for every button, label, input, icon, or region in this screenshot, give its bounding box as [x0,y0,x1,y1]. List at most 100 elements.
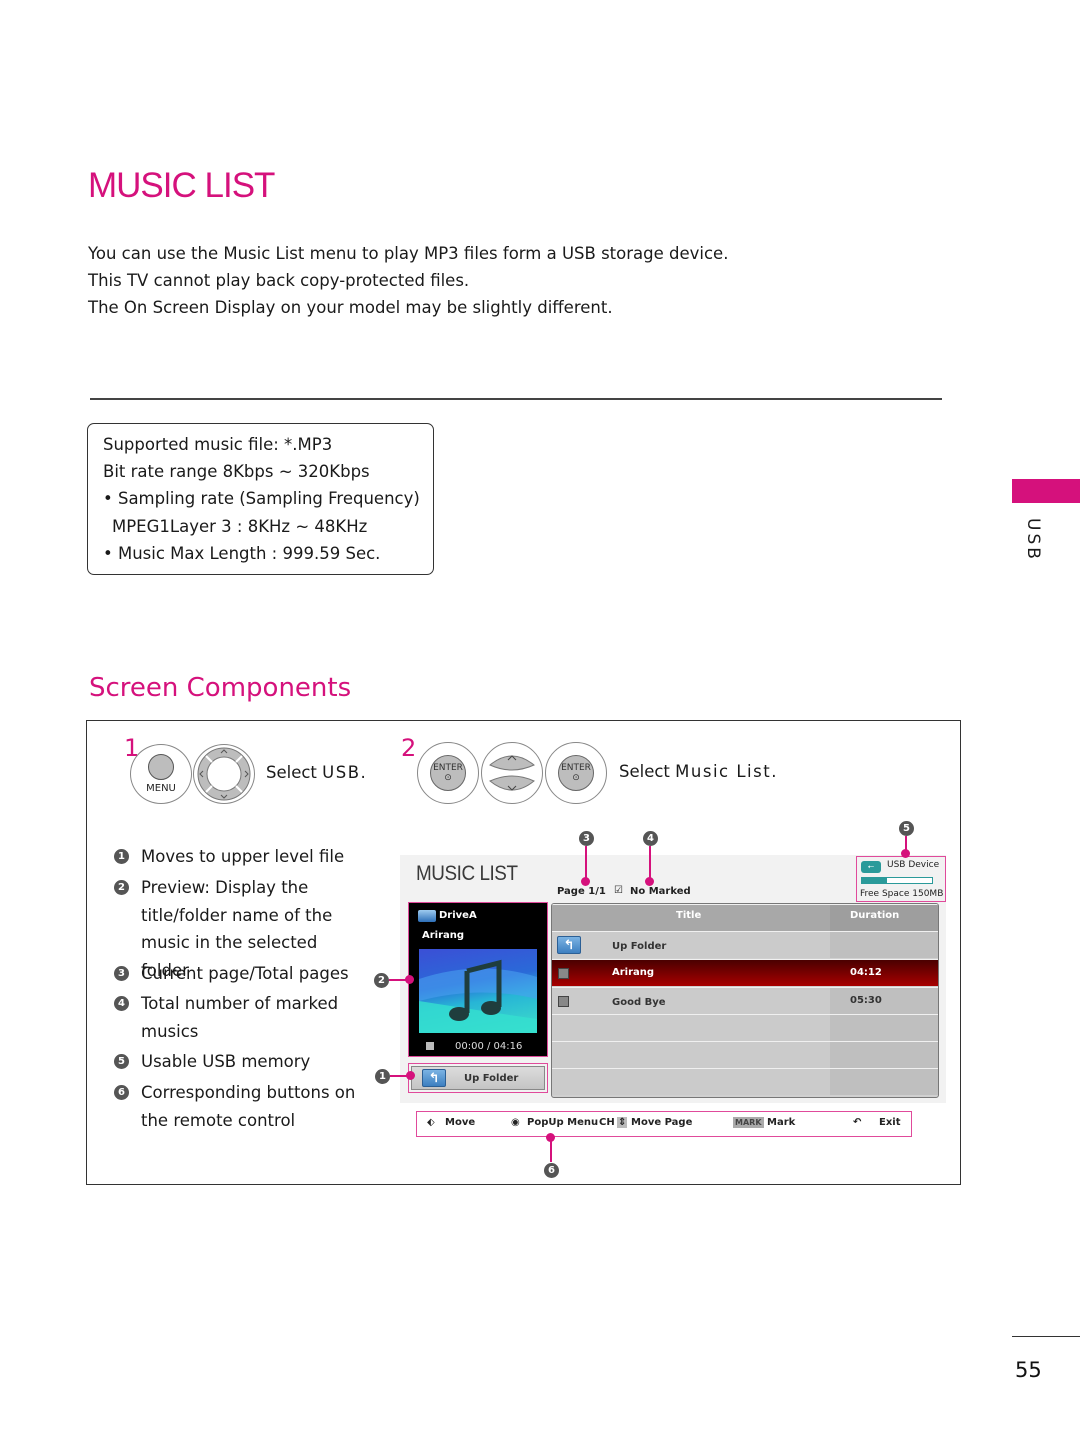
move-page-hint: Move Page [631,1117,693,1128]
usb-device-label: USB Device [887,860,940,870]
legend-item: 1 Moves to upper level file [114,843,364,871]
supported-format-box: Supported music file: *.MP3 Bit rate ran… [87,423,434,575]
callout-6: 6 [544,1163,559,1178]
menu-button: MENU [130,744,192,804]
legend-item: 6 Corresponding buttons on the remote co… [114,1079,364,1134]
callout-dot [901,849,910,858]
legend-text: Total number of marked musics [141,994,339,1041]
enter-dot-icon: ◉ [511,1117,520,1128]
row-title: Up Folder [612,941,667,952]
spec-line: MPEG1Layer 3 : 8KHz ~ 48KHz [112,516,368,536]
row-title: Good Bye [612,997,666,1008]
free-space-text: Free Space 150MB [860,889,944,899]
callout-dot [645,877,654,886]
music-note-icon [419,959,537,1033]
move-hint: Move [445,1117,476,1128]
enter-button: ENTER ⊙ [545,742,607,804]
usb-icon: ⭠ [861,861,881,873]
enter-dot-icon: ⊙ [444,773,452,783]
mark-checkbox[interactable] [558,968,569,979]
callout-line [585,846,587,880]
table-header: Title Duration [552,904,938,931]
column-header-title: Title [676,910,702,921]
menu-label: MENU [146,783,176,794]
table-row-empty [552,1068,938,1095]
exit-hint: Exit [879,1117,901,1128]
drive-folder-icon [418,910,436,922]
legend-item: 5 Usable USB memory [114,1048,364,1076]
ch-key-label: CH [599,1117,615,1128]
navigation-pad [193,744,255,804]
move-arrows-icon: ⬖ [427,1117,435,1128]
legend-number: 1 [114,849,129,864]
callout-dot [405,975,414,984]
step-1-instruction: Select USB. [266,763,366,782]
up-folder-icon: ↰ [557,936,581,954]
album-art [419,949,537,1033]
spec-line: • Sampling rate (Sampling Frequency) [103,489,420,509]
callout-3: 3 [579,831,594,846]
step-text-target: Music List [675,762,772,781]
intro-text: You can use the Music List menu to play … [88,240,728,321]
marked-count: No Marked [630,886,691,897]
section-title: Screen Components [89,673,352,703]
column-header-duration: Duration [850,910,900,921]
usb-section-label: USB [1023,518,1043,562]
preview-drive-name: DriveA [439,910,477,921]
page-title: MUSIC LIST [88,166,275,205]
usb-memory-box: ⭠ USB Device Free Space 150MB [856,856,946,902]
return-icon: ↶ [853,1117,862,1128]
up-folder-button[interactable]: ↰ Up Folder [408,1063,548,1093]
legend-number: 5 [114,1054,129,1069]
callout-dot [581,877,590,886]
footer-rule [1012,1336,1080,1337]
callout-4: 4 [643,831,658,846]
legend-number: 6 [114,1085,129,1100]
table-row[interactable]: Good Bye 05:30 [552,987,938,1014]
up-folder-label: Up Folder [464,1072,519,1084]
usb-section-tab [1012,479,1080,503]
legend-text: Moves to upper level file [141,847,345,866]
remote-button-bar: ⬖ Move ◉ PopUp Menu CH ⇕ Move Page MARK … [416,1111,912,1137]
intro-line: You can use the Music List menu to play … [88,244,729,263]
enter-label: ENTER [561,763,591,773]
table-row[interactable]: ↰ Up Folder [552,931,938,958]
step-text-prefix: Select [619,762,676,781]
checkbox-icon: ☑ [614,885,623,896]
navigation-pad-icon [197,747,251,801]
legend-text: Corresponding buttons on the remote cont… [141,1083,356,1130]
mark-checkbox[interactable] [558,996,569,1007]
legend-number: 4 [114,996,129,1011]
up-folder-icon: ↰ [422,1069,446,1087]
mark-hint: Mark [767,1117,796,1128]
menu-button-knob [148,754,174,780]
intro-line: The On Screen Display on your model may … [88,298,613,317]
legend-number: 3 [114,966,129,981]
spec-heading: Supported music file: *.MP3 [103,435,333,454]
intro-line: This TV cannot play back copy-protected … [88,271,470,290]
usb-free-space-fill [862,878,887,883]
playback-time: 00:00 / 04:16 [455,1041,523,1052]
enter-dot-icon: ⊙ [572,773,580,783]
up-down-pad-icon [489,755,535,791]
callout-dot [406,1071,415,1080]
row-duration: 05:30 [850,995,882,1006]
legend-number: 2 [114,880,129,895]
table-row[interactable]: Arirang 04:12 [552,959,938,986]
step-text-target: USB [322,763,361,782]
usb-free-space-bar [861,877,933,884]
callout-5: 5 [899,821,914,836]
legend-item: 3 Current page/Total pages [114,960,364,988]
spec-line: • Music Max Length : 999.59 Sec. [103,543,381,563]
callout-line [649,846,651,880]
mark-key-label: MARK [733,1117,764,1128]
step-text-prefix: Select [266,763,323,782]
osd-title: MUSIC LIST [416,862,518,885]
row-duration: 04:12 [850,967,882,978]
legend-text: Usable USB memory [141,1052,311,1071]
step-text-suffix: . [771,762,777,781]
popup-menu-hint: PopUp Menu [527,1117,599,1128]
enter-button: ENTER ⊙ [417,742,479,804]
legend-text: Current page/Total pages [141,964,349,983]
enter-button-face: ENTER ⊙ [430,755,466,791]
